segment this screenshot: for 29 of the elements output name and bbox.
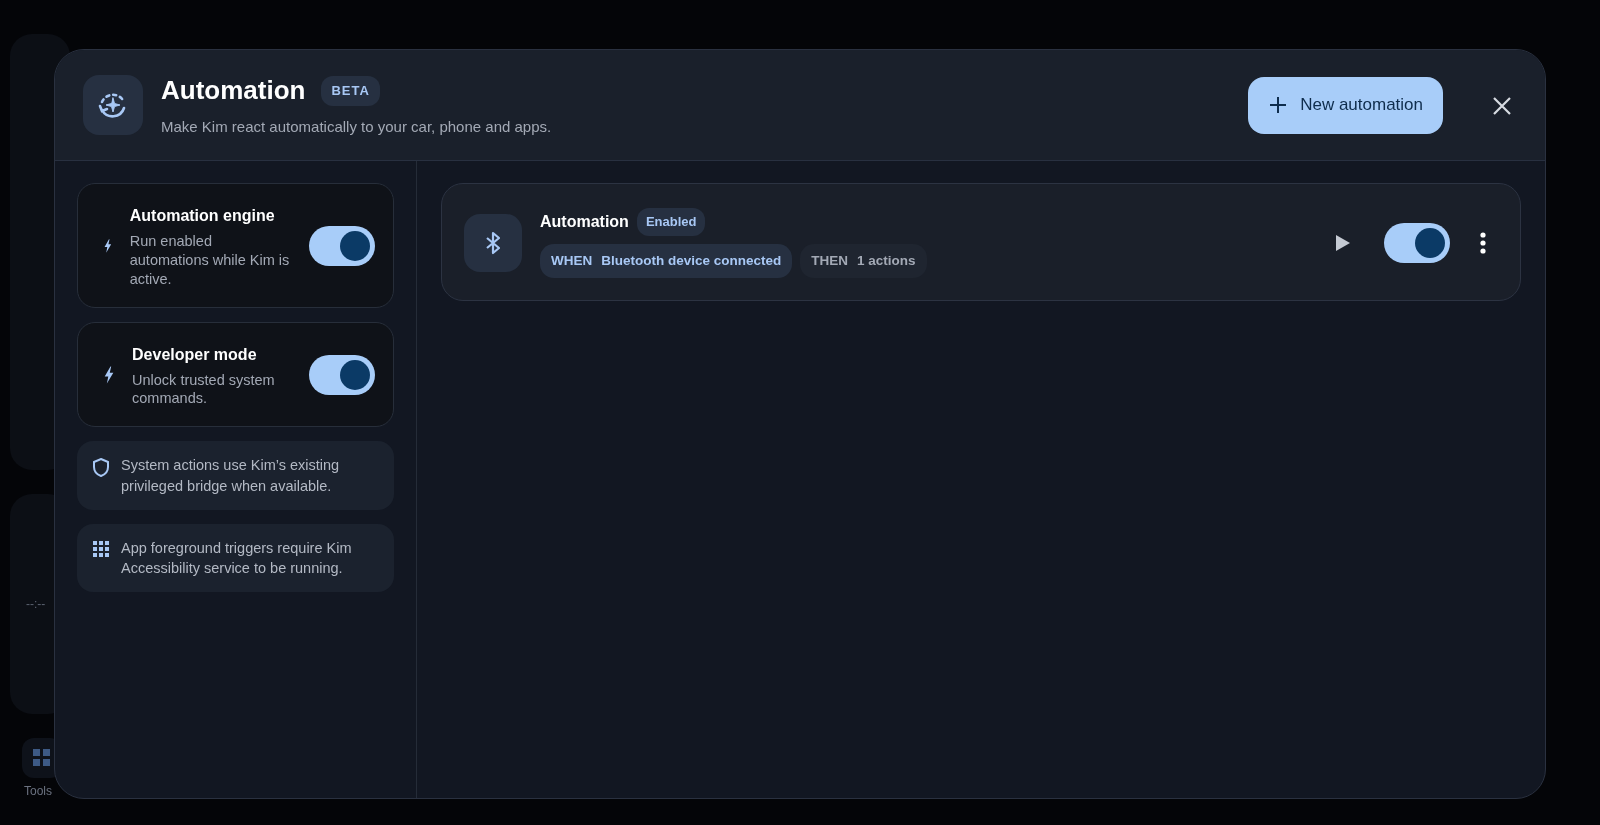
- setting-title: Developer mode: [132, 344, 258, 365]
- automation-icon: [83, 75, 143, 135]
- dialog-title: Automation: [161, 74, 306, 108]
- play-icon: [1336, 234, 1350, 251]
- automation-name: Automation: [540, 211, 629, 232]
- bluetooth-icon: [464, 213, 522, 272]
- beta-badge: BETA: [321, 76, 380, 106]
- more-icon: [1480, 231, 1486, 254]
- toggle-switch[interactable]: [309, 355, 375, 396]
- status-badge: Enabled: [636, 208, 706, 236]
- close-icon: [1493, 96, 1511, 115]
- dialog-subtitle: Make Kim react automatically to your car, phone and apps.: [161, 117, 553, 138]
- setting-description: Unlock trusted system commands.: [132, 370, 276, 409]
- info-text: App foreground triggers require Kim Accessibility service to be running.: [121, 538, 353, 579]
- setting-description: Run enabled automations while Kim is active.: [129, 232, 291, 289]
- info-text: System actions use Kim’s existing privileged bridge when available.: [121, 456, 341, 496]
- toggle-switch[interactable]: [309, 226, 375, 267]
- shield-icon: [93, 458, 109, 478]
- trigger-chip: WHEN Bluetooth device connected: [540, 243, 793, 278]
- setting-title: Automation engine: [129, 206, 276, 226]
- plus-icon: [1270, 97, 1287, 113]
- nav-label: Tools: [24, 783, 53, 800]
- clock-text: --:--: [26, 596, 46, 613]
- automation-card[interactable]: Automation Enabled WHEN Bluetooth device connected THEN 1 actions: [441, 183, 1521, 301]
- action-chip: THEN 1 actions: [800, 243, 927, 278]
- toggle-switch[interactable]: [1384, 222, 1450, 263]
- new-automation-button[interactable]: New automation: [1248, 76, 1443, 134]
- grid-icon: [32, 748, 52, 768]
- grid-icon: [93, 540, 109, 557]
